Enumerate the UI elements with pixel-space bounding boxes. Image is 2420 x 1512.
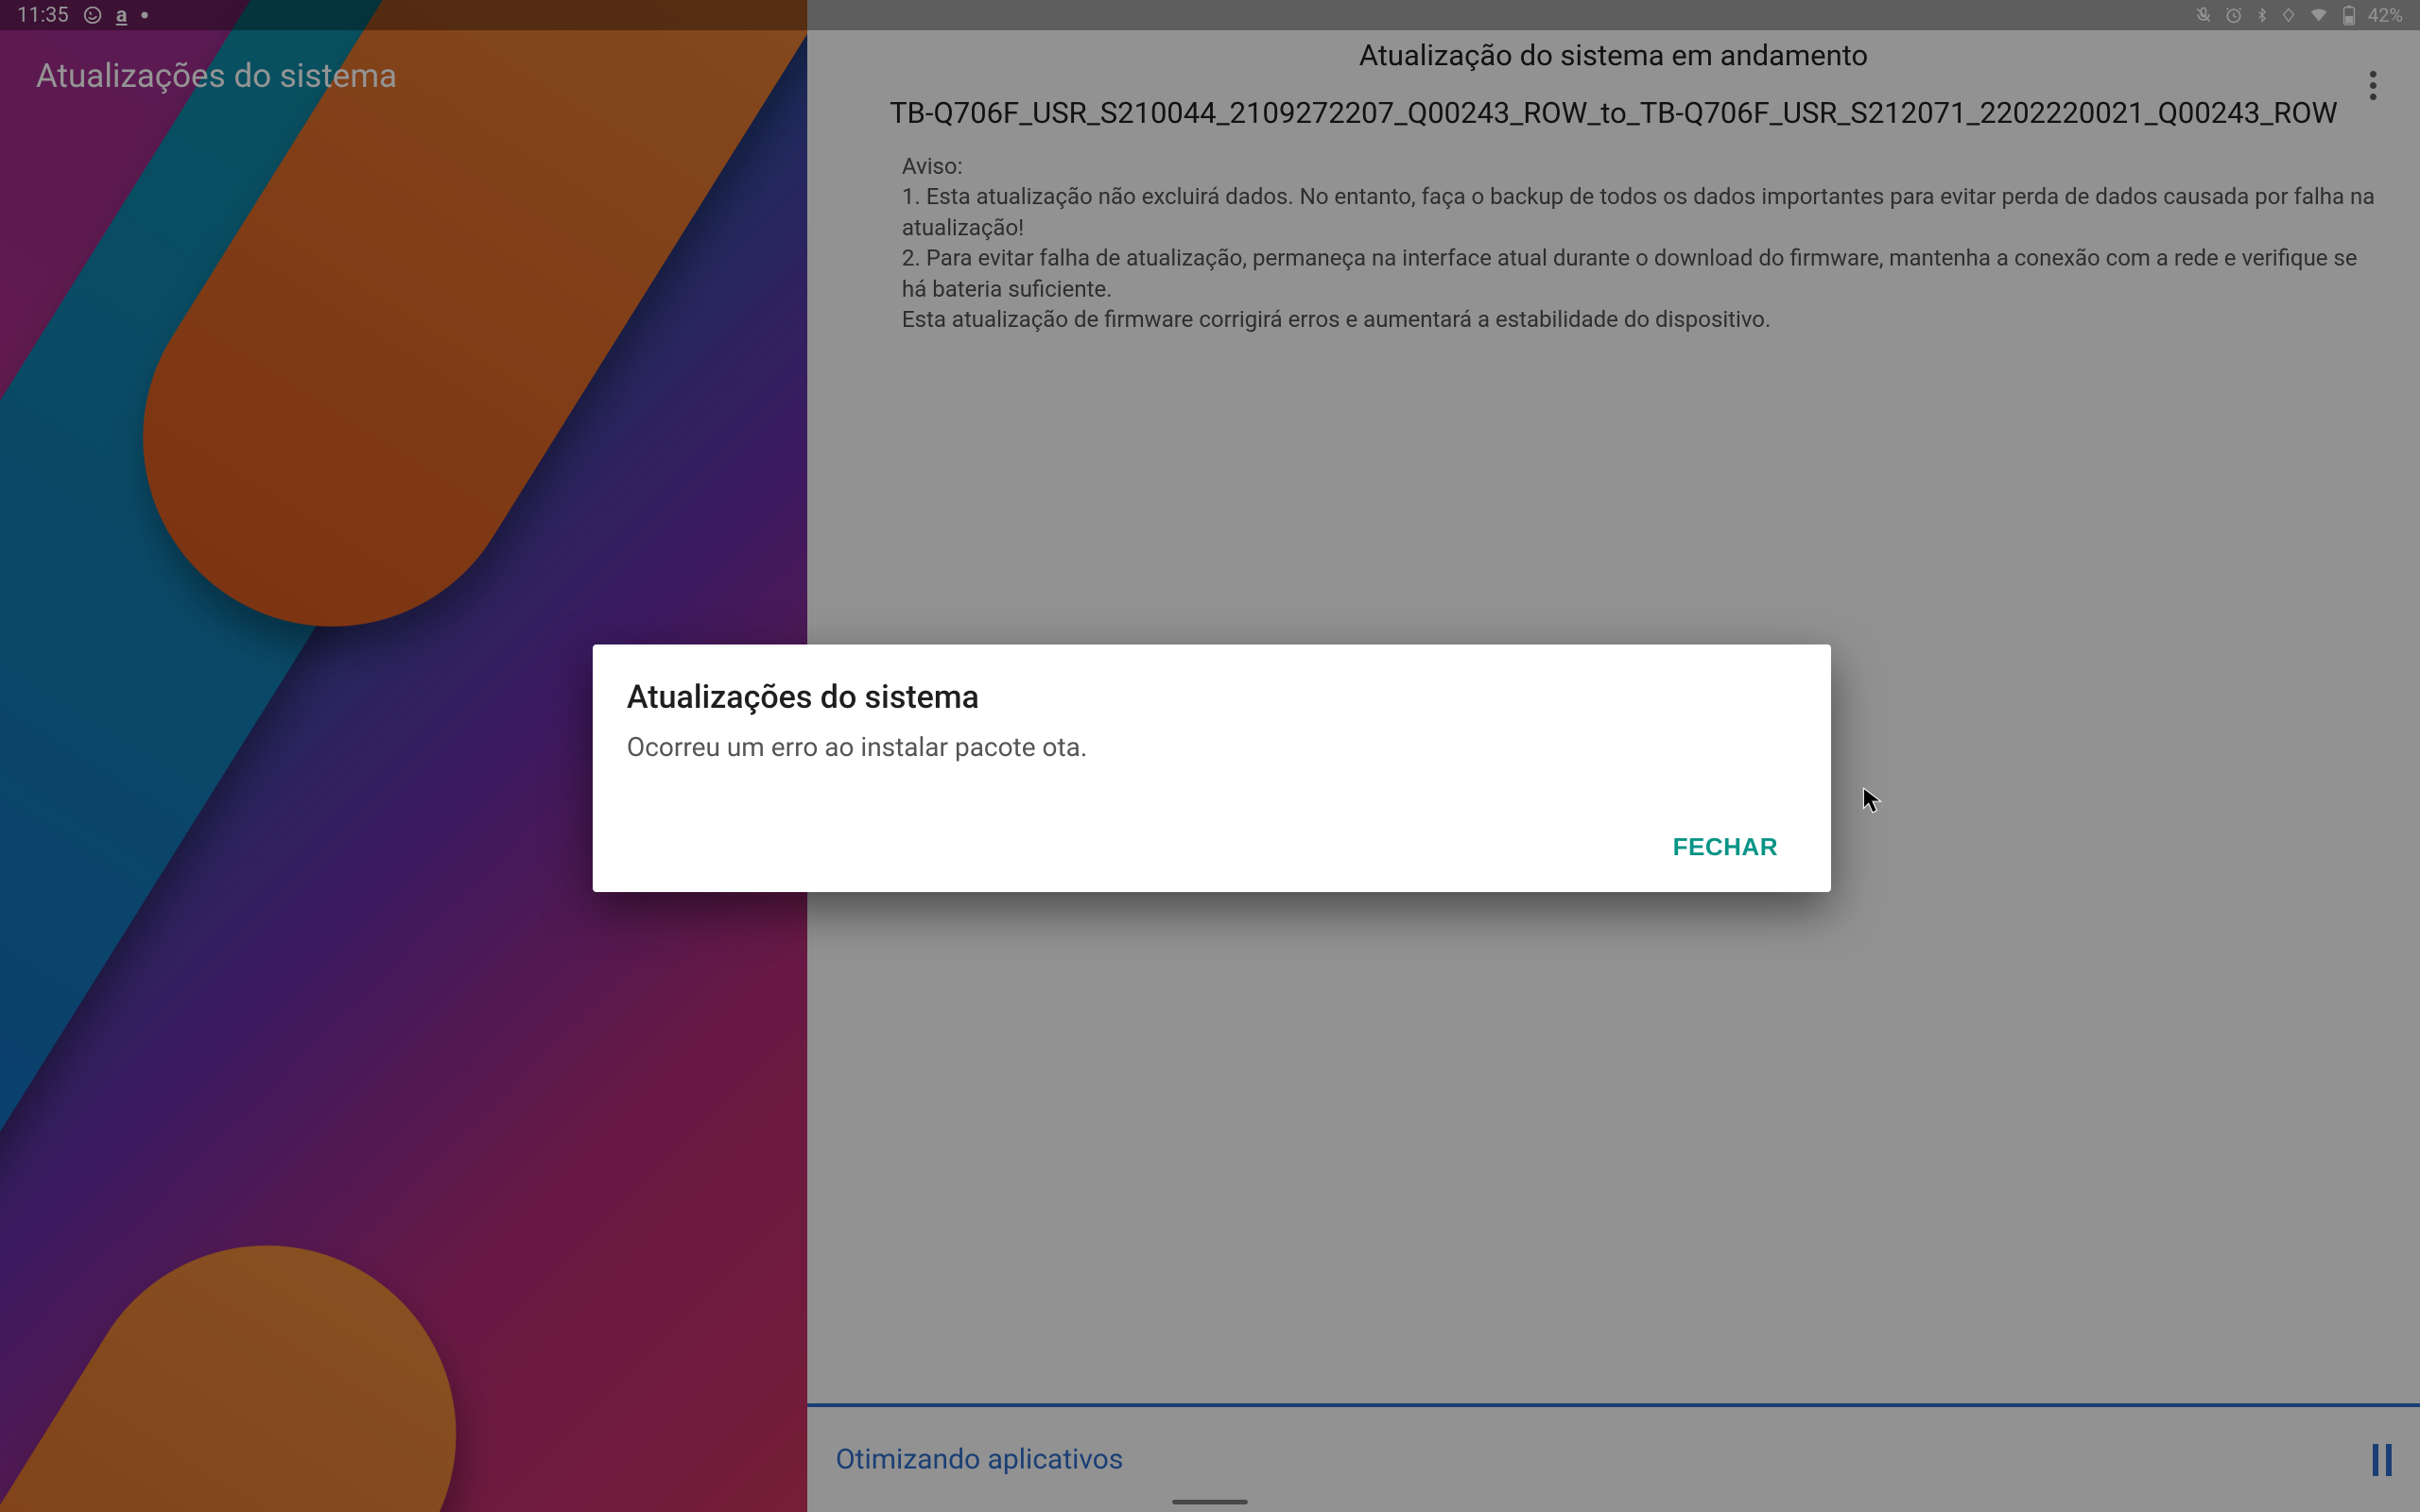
close-button[interactable]: FECHAR [1654, 819, 1797, 875]
dialog-title: Atualizações do sistema [627, 679, 1797, 716]
dialog-message: Ocorreu um erro ao instalar pacote ota. [627, 731, 1797, 763]
screen-root: Atualizações do sistema Atualização do s… [0, 0, 2420, 1512]
dialog-actions: FECHAR [627, 819, 1797, 875]
error-dialog: Atualizações do sistema Ocorreu um erro … [593, 644, 1831, 892]
mouse-cursor-icon [1862, 787, 1883, 819]
